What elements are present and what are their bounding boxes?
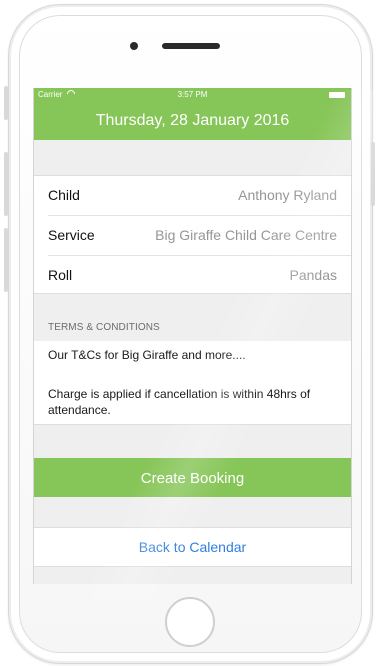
- home-button[interactable]: [165, 597, 215, 647]
- phone-mockup-stage: Carrier 3:57 PM Thursday, 28 January 201…: [0, 0, 379, 666]
- child-label: Child: [48, 187, 80, 203]
- cancellation-policy: Charge is applied if cancellation is wit…: [48, 387, 311, 417]
- detail-row-roll: Roll Pandas: [34, 256, 351, 295]
- page-title: Thursday, 28 January 2016: [34, 102, 351, 140]
- detail-row-service: Service Big Giraffe Child Care Centre: [34, 216, 351, 255]
- volume-down-button: [4, 228, 8, 292]
- front-camera-icon: [130, 42, 138, 50]
- service-value: Big Giraffe Child Care Centre: [155, 227, 337, 243]
- back-to-calendar-button[interactable]: Back to Calendar: [34, 528, 351, 566]
- roll-label: Roll: [48, 267, 73, 283]
- terms-heading: TERMS & CONDITIONS: [48, 322, 160, 333]
- volume-up-button: [4, 152, 8, 216]
- service-label: Service: [48, 227, 95, 243]
- app-screen: Carrier 3:57 PM Thursday, 28 January 201…: [33, 88, 352, 584]
- detail-row-child: Child Anthony Ryland: [34, 176, 351, 215]
- booking-details-group: Child Anthony Ryland Service Big Giraffe…: [34, 175, 351, 294]
- terms-and-conditions-box: Our T&Cs for Big Giraffe and more.... Ch…: [34, 341, 351, 425]
- status-time: 3:57 PM: [177, 90, 208, 99]
- power-button: [371, 142, 375, 206]
- status-bar: Carrier 3:57 PM: [34, 88, 351, 102]
- create-booking-button[interactable]: Create Booking: [34, 458, 351, 497]
- terms-summary: Our T&Cs for Big Giraffe and more....: [48, 348, 246, 362]
- battery-icon: [329, 92, 345, 98]
- roll-value: Pandas: [289, 267, 337, 283]
- back-to-calendar-group: Back to Calendar: [34, 527, 351, 567]
- child-value: Anthony Ryland: [238, 187, 337, 203]
- mute-switch: [4, 86, 8, 120]
- speaker-grille: [162, 43, 220, 49]
